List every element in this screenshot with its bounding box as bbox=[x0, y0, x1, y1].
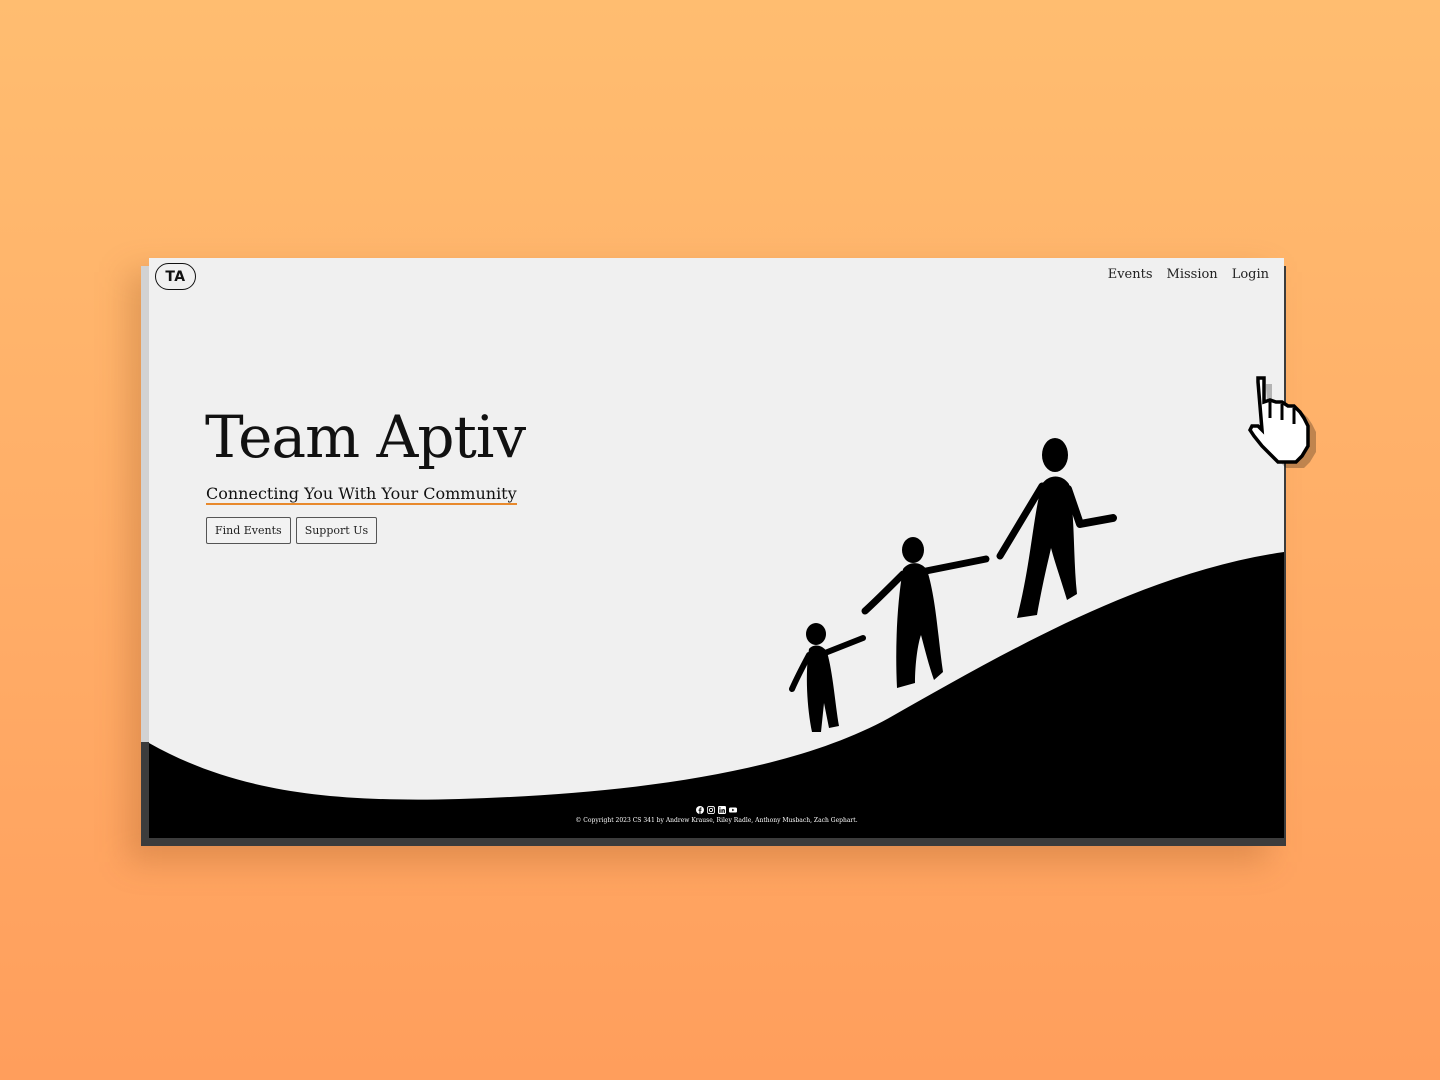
linkedin-icon[interactable] bbox=[718, 806, 726, 814]
hill-shape bbox=[149, 552, 1284, 838]
child-figure bbox=[861, 537, 990, 688]
social-icons bbox=[149, 806, 1284, 814]
youtube-icon[interactable] bbox=[729, 806, 737, 814]
footer: © Copyright 2023 CS 341 by Andrew Krause… bbox=[149, 806, 1284, 824]
hill-illustration bbox=[149, 438, 1284, 838]
kid-figure bbox=[789, 623, 866, 732]
instagram-icon[interactable] bbox=[707, 806, 715, 814]
copyright-text: © Copyright 2023 CS 341 by Andrew Krause… bbox=[575, 817, 858, 824]
adult-figure bbox=[996, 438, 1117, 618]
hand-pointer-cursor-icon bbox=[1248, 376, 1316, 468]
facebook-icon[interactable] bbox=[696, 806, 704, 814]
website-screen: TA Events Mission Login Team Aptiv Conne… bbox=[149, 258, 1284, 838]
